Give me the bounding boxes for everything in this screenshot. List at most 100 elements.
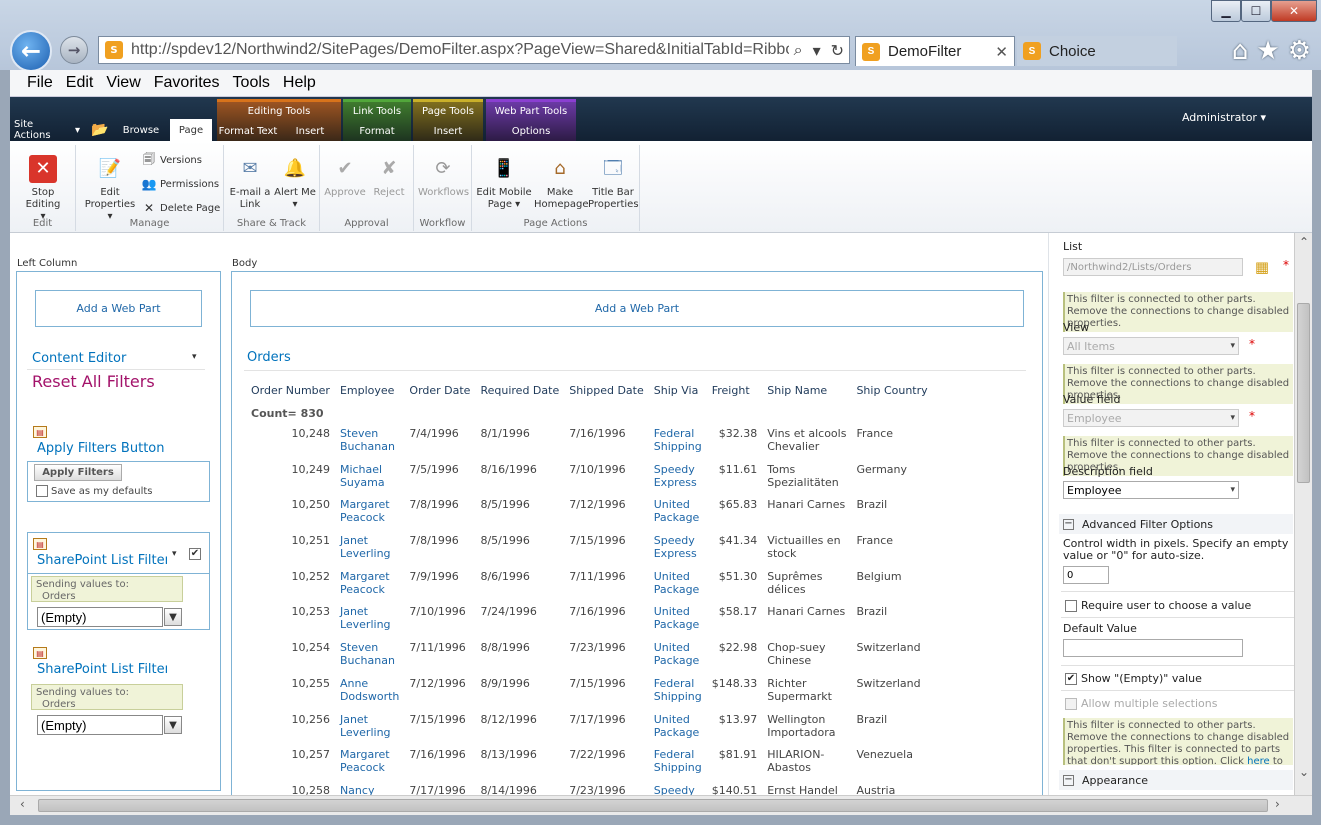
scroll-left-icon[interactable]: ‹ xyxy=(20,797,25,811)
allow-multiple-checkbox[interactable]: Allow multiple selections xyxy=(1065,697,1217,710)
title-bar-properties-button[interactable]: 🗔 Title Bar Properties xyxy=(588,155,639,211)
column-header[interactable]: Freight xyxy=(707,379,763,401)
filter-picker-icon[interactable]: ▼ xyxy=(164,608,182,626)
tab-format[interactable]: Format xyxy=(343,120,411,142)
menu-help[interactable]: Help xyxy=(283,74,316,92)
ship-via-link[interactable]: United Package xyxy=(649,494,707,530)
gear-icon[interactable]: ⚙ xyxy=(1288,36,1311,66)
web-part-menu-icon[interactable]: ▾ xyxy=(192,352,197,362)
employee-link[interactable]: Margaret Peacock xyxy=(335,744,404,780)
sharepoint-list-filter-2-title[interactable]: SharePoint List Filter xyxy=(37,662,167,677)
advanced-filter-options-header[interactable]: − Advanced Filter Options xyxy=(1059,514,1293,534)
menu-edit[interactable]: Edit xyxy=(66,74,94,92)
navigate-up-icon[interactable]: 📂 xyxy=(90,119,110,141)
scroll-up-icon[interactable]: ⌃ xyxy=(1299,235,1309,249)
unsupported-parts-link[interactable]: here xyxy=(1247,756,1270,765)
employee-link[interactable]: Steven Buchanan xyxy=(335,637,404,673)
alert-me-button[interactable]: 🔔 Alert Me ▾ xyxy=(274,155,316,211)
default-value-input[interactable] xyxy=(1063,639,1243,657)
reject-button[interactable]: ✘ Reject xyxy=(368,155,410,199)
back-button[interactable]: ← xyxy=(10,30,52,72)
permissions-button[interactable]: 👥 Permissions xyxy=(142,177,220,191)
tab-page-insert[interactable]: Insert xyxy=(413,120,483,142)
ship-via-link[interactable]: United Package xyxy=(649,709,707,745)
user-menu[interactable]: Administrator ▾ xyxy=(1182,111,1266,124)
maximize-button[interactable]: ☐ xyxy=(1241,0,1271,22)
employee-link[interactable]: Nancy xyxy=(335,780,404,795)
employee-link[interactable]: Margaret Peacock xyxy=(335,494,404,530)
tab-format-text[interactable]: Format Text xyxy=(217,120,279,142)
control-width-input[interactable]: 0 xyxy=(1063,566,1109,584)
scroll-thumb[interactable] xyxy=(38,799,1268,812)
column-header[interactable]: Ship Via xyxy=(649,379,707,401)
column-header[interactable]: Shipped Date xyxy=(564,379,649,401)
filter-picker-icon[interactable]: ▼ xyxy=(164,716,182,734)
ship-via-link[interactable]: Federal Shipping xyxy=(649,673,707,709)
add-web-part-left-button[interactable]: Add a Web Part xyxy=(35,290,202,327)
ship-via-link[interactable]: Speedy xyxy=(649,780,707,795)
ship-via-link[interactable]: Federal Shipping xyxy=(649,744,707,780)
address-bar[interactable]: S http://spdev12/Northwind2/SitePages/De… xyxy=(98,36,850,64)
apply-filters-title[interactable]: Apply Filters Button xyxy=(37,441,207,456)
employee-link[interactable]: Michael Suyama xyxy=(335,459,404,495)
employee-link[interactable]: Anne Dodsworth xyxy=(335,673,404,709)
web-part-menu-icon[interactable]: ▾ xyxy=(172,549,177,559)
menu-favorites[interactable]: Favorites xyxy=(154,74,220,92)
menu-tools[interactable]: Tools xyxy=(233,74,270,92)
web-part-select-checkbox[interactable]: ✔ xyxy=(189,546,201,560)
filter-value-input[interactable]: (Empty) xyxy=(37,607,163,627)
list-url-input[interactable]: /Northwind2/Lists/Orders xyxy=(1063,258,1243,276)
ship-via-link[interactable]: Speedy Express xyxy=(649,459,707,495)
ship-via-link[interactable]: United Package xyxy=(649,601,707,637)
description-field-select[interactable]: Employee ▾ xyxy=(1063,481,1239,499)
list-browse-icon[interactable]: ▦ xyxy=(1251,258,1273,276)
tab-browse[interactable]: Browse xyxy=(115,119,167,141)
scroll-right-icon[interactable]: › xyxy=(1275,797,1280,811)
filter-value-input-2[interactable]: (Empty) xyxy=(37,715,163,735)
approve-button[interactable]: ✔ Approve xyxy=(324,155,366,199)
email-link-button[interactable]: ✉ E-mail a Link xyxy=(228,155,272,211)
home-icon[interactable]: ⌂ xyxy=(1232,36,1249,66)
apply-filters-button[interactable]: Apply Filters xyxy=(34,464,122,481)
url-text[interactable]: http://spdev12/Northwind2/SitePages/Demo… xyxy=(131,41,789,59)
browser-tab-choice[interactable]: S Choice xyxy=(1017,36,1177,66)
orders-list-title[interactable]: Orders xyxy=(247,350,291,365)
content-editor-title[interactable]: Content Editor xyxy=(32,351,202,366)
column-header[interactable]: Order Date xyxy=(404,379,475,401)
horizontal-scrollbar[interactable]: ‹ › xyxy=(10,795,1312,815)
employee-link[interactable]: Janet Leverling xyxy=(335,709,404,745)
forward-button[interactable]: → xyxy=(60,36,88,64)
minimize-button[interactable]: ▁ xyxy=(1211,0,1241,22)
appearance-header[interactable]: − Appearance xyxy=(1059,770,1293,790)
tab-insert[interactable]: Insert xyxy=(279,120,341,142)
column-header[interactable]: Required Date xyxy=(475,379,564,401)
workflows-button[interactable]: ⟳ Workflows xyxy=(418,155,469,199)
menu-view[interactable]: View xyxy=(106,74,140,92)
make-homepage-button[interactable]: ⌂ Make Homepage xyxy=(534,155,589,211)
versions-button[interactable]: 🗐 Versions xyxy=(142,152,202,167)
browser-tab-demofilter[interactable]: S DemoFilter ✕ xyxy=(855,36,1015,66)
refresh-icon[interactable]: ↻ xyxy=(831,41,844,60)
column-header[interactable]: Ship Name xyxy=(762,379,851,401)
sharepoint-list-filter-title[interactable]: SharePoint List Filter xyxy=(37,553,167,568)
show-empty-checkbox[interactable]: ✔ Show "(Empty)" value xyxy=(1065,672,1202,685)
reset-all-filters-link[interactable]: Reset All Filters xyxy=(32,372,155,391)
tab-options[interactable]: Options xyxy=(486,120,576,142)
employee-link[interactable]: Steven Buchanan xyxy=(335,423,404,459)
close-tab-icon[interactable]: ✕ xyxy=(995,43,1008,61)
column-header[interactable]: Order Number xyxy=(246,379,335,401)
tab-page[interactable]: Page xyxy=(170,119,212,141)
search-icon[interactable]: ⌕ xyxy=(794,40,803,60)
employee-link[interactable]: Margaret Peacock xyxy=(335,566,404,602)
scroll-down-icon[interactable]: ⌄ xyxy=(1299,765,1309,779)
site-actions-menu[interactable]: Site Actions ▾ xyxy=(14,119,80,141)
close-window-button[interactable]: ✕ xyxy=(1271,0,1317,22)
view-select[interactable]: All Items ▾ xyxy=(1063,337,1239,355)
require-value-checkbox[interactable]: Require user to choose a value xyxy=(1065,599,1251,612)
vertical-scrollbar[interactable]: ⌃ ⌄ xyxy=(1294,233,1312,795)
column-header[interactable]: Employee xyxy=(335,379,404,401)
ship-via-link[interactable]: Speedy Express xyxy=(649,530,707,566)
save-defaults-checkbox[interactable]: Save as my defaults xyxy=(36,485,152,497)
employee-link[interactable]: Janet Leverling xyxy=(335,530,404,566)
stop-editing-button[interactable]: ✕ Stop Editing ▾ xyxy=(14,155,72,223)
